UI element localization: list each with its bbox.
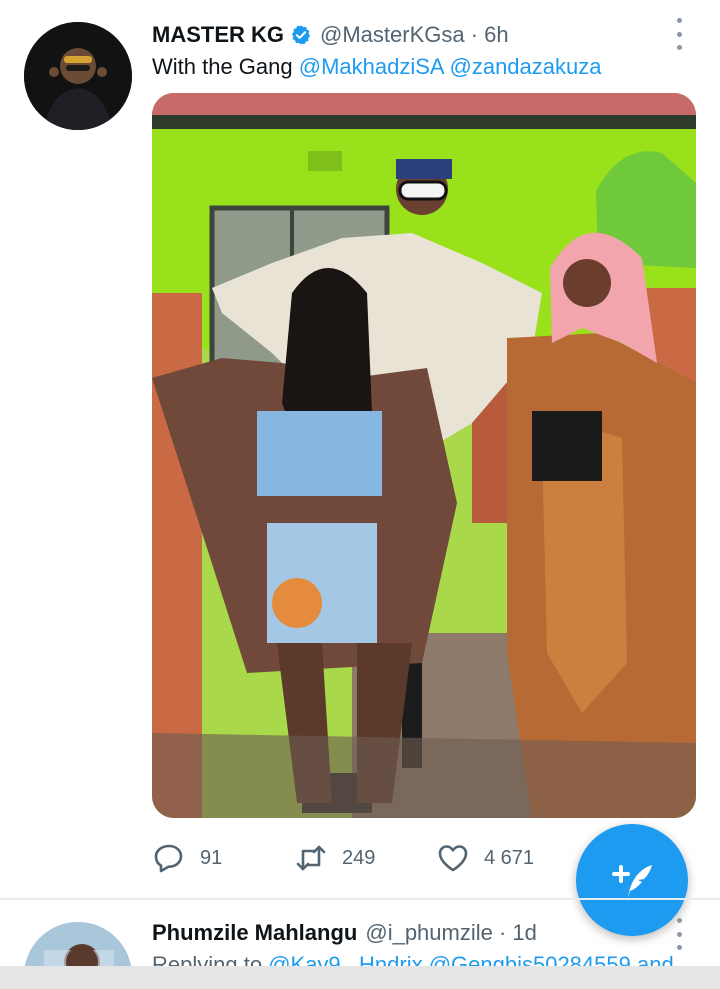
- tweet-photo[interactable]: [152, 93, 696, 818]
- author-name[interactable]: MASTER KG: [152, 22, 284, 48]
- mention-link[interactable]: @MakhadziSA: [299, 54, 444, 79]
- tweet-actions: 91 249 4 671: [152, 838, 572, 878]
- tweet-text-body: With the Gang: [152, 54, 299, 79]
- like-count: 4 671: [484, 846, 535, 869]
- author-handle-time[interactable]: @MasterKGsa · 6h: [320, 22, 509, 48]
- tweet-header: Phumzile Mahlangu @i_phumzile · 1d: [152, 920, 537, 946]
- comment-icon: [154, 844, 183, 873]
- author-avatar[interactable]: [24, 22, 132, 130]
- tweet-card[interactable]: MASTER KG @MasterKGsa · 6h With the Gang…: [0, 0, 720, 898]
- retweet-icon: [296, 845, 326, 871]
- more-vertical-icon[interactable]: [668, 18, 690, 50]
- mention-link[interactable]: @zandazakuza: [450, 54, 602, 79]
- tweet-text: With the Gang @MakhadziSA @zandazakuza: [152, 52, 601, 82]
- more-vertical-icon[interactable]: [668, 918, 690, 950]
- author-name[interactable]: Phumzile Mahlangu: [152, 920, 357, 946]
- reply-button[interactable]: 91: [152, 838, 222, 878]
- verified-badge-icon: [290, 24, 312, 46]
- retweet-button[interactable]: 249: [294, 838, 375, 878]
- tweet-header: MASTER KG @MasterKGsa · 6h: [152, 20, 509, 50]
- like-button[interactable]: 4 671: [436, 838, 534, 878]
- system-navigation-bar: [0, 966, 720, 989]
- heart-icon: [438, 845, 468, 872]
- reply-count: 91: [200, 846, 223, 869]
- retweet-count: 249: [342, 846, 376, 869]
- author-handle-time[interactable]: @i_phumzile · 1d: [365, 920, 537, 946]
